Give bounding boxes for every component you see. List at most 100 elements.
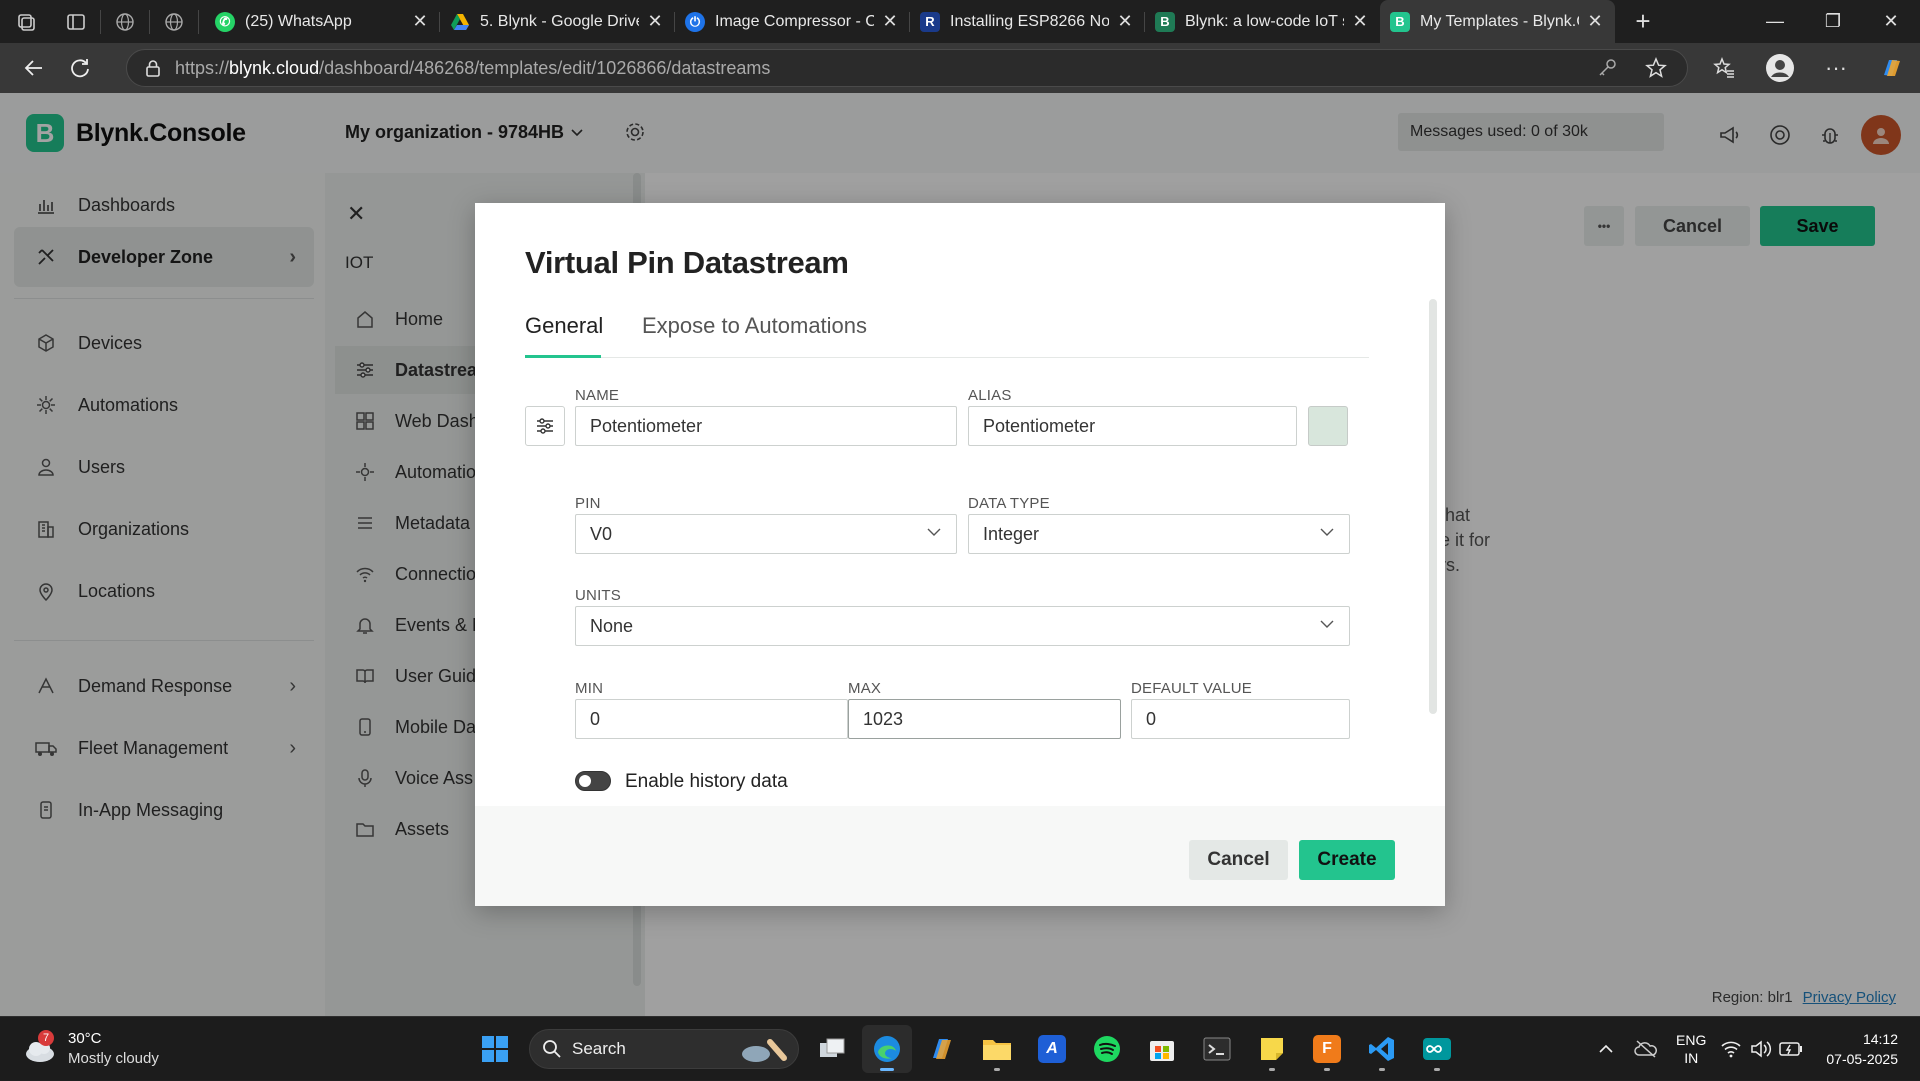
language-indicator[interactable]: ENG IN: [1676, 1031, 1706, 1067]
new-tab-icon[interactable]: +: [1625, 4, 1661, 40]
start-button[interactable]: [470, 1025, 520, 1073]
terminal-icon[interactable]: [1192, 1025, 1242, 1073]
dialog-scrollbar[interactable]: [1429, 299, 1437, 714]
more-options-icon[interactable]: ···: [1808, 55, 1864, 81]
refresh-icon[interactable]: [58, 48, 102, 88]
cloud-icon: 7: [22, 1029, 58, 1064]
close-tab-icon[interactable]: ✕: [645, 11, 665, 32]
history-data-label: Enable history data: [625, 771, 788, 792]
azure-icon[interactable]: A: [1027, 1025, 1077, 1073]
min-label: MIN: [575, 680, 604, 697]
windows-logo-icon: [481, 1035, 509, 1063]
image-compressor-icon: ⏻: [685, 11, 705, 32]
alias-field[interactable]: Potentiometer: [968, 406, 1297, 446]
fusion-app-icon[interactable]: F: [1302, 1025, 1352, 1073]
wifi-icon[interactable]: [1716, 1040, 1746, 1058]
password-key-icon[interactable]: [1597, 58, 1617, 78]
units-select[interactable]: None: [575, 606, 1350, 646]
weather-badge: 7: [38, 1029, 54, 1046]
default-value-label: DEFAULT VALUE: [1131, 680, 1252, 697]
edge-browser-icon[interactable]: [862, 1025, 912, 1073]
pinned-globe-icon-2[interactable]: [156, 4, 192, 40]
browser-tab-strip: ✆ (25) WhatsApp ✕ 5. Blynk - Google Driv…: [0, 0, 1920, 43]
pinned-globe-icon[interactable]: [107, 4, 143, 40]
address-bar: https://blynk.cloud/dashboard/486268/tem…: [0, 43, 1920, 93]
browser-tab[interactable]: ⏻ Image Compressor - Co ✕: [675, 0, 910, 43]
windows-taskbar: 7 30°C Mostly cloudy Search A F ENG IN 1…: [0, 1016, 1920, 1080]
system-clock[interactable]: 14:12 07-05-2025: [1826, 1029, 1898, 1069]
color-swatch[interactable]: [1308, 406, 1348, 446]
browser-tab[interactable]: R Installing ESP8266 Node ✕: [910, 0, 1145, 43]
minimize-icon[interactable]: —: [1746, 11, 1804, 32]
search-highlight-icon: [736, 1036, 792, 1064]
lock-icon[interactable]: [145, 59, 161, 77]
weather-widget[interactable]: 7 30°C Mostly cloudy: [22, 1029, 159, 1067]
volume-icon[interactable]: [1746, 1040, 1776, 1058]
arduino-ide-icon[interactable]: [1412, 1025, 1462, 1073]
copilot-icon[interactable]: [1864, 55, 1920, 81]
restore-icon[interactable]: ❐: [1804, 11, 1862, 32]
url-host: blynk.cloud: [229, 57, 320, 78]
close-tab-icon[interactable]: ✕: [880, 11, 900, 32]
sticky-notes-icon[interactable]: [1247, 1025, 1297, 1073]
file-explorer-icon[interactable]: [972, 1025, 1022, 1073]
back-icon[interactable]: [12, 48, 56, 88]
name-label: NAME: [575, 387, 620, 404]
chevron-down-icon: [1319, 616, 1335, 632]
favorite-star-icon[interactable]: [1645, 57, 1667, 79]
weather-condition: Mostly cloudy: [68, 1050, 159, 1067]
dialog-tabs: General Expose to Automations: [525, 313, 1369, 358]
datastream-icon-picker[interactable]: [525, 406, 565, 446]
close-tab-icon[interactable]: ✕: [1115, 11, 1135, 32]
browser-tab-active[interactable]: B My Templates - Blynk.C ✕: [1380, 0, 1615, 43]
vscode-icon[interactable]: [1357, 1025, 1407, 1073]
url-field[interactable]: https://blynk.cloud/dashboard/486268/tem…: [126, 49, 1688, 87]
min-field[interactable]: 0: [575, 699, 848, 739]
favorites-icon[interactable]: [1696, 57, 1752, 79]
chevron-down-icon: [926, 524, 942, 540]
profile-icon[interactable]: [1752, 53, 1808, 83]
data-type-select[interactable]: Integer: [968, 514, 1350, 554]
chevron-down-icon: [1319, 524, 1335, 540]
dialog-title: Virtual Pin Datastream: [525, 245, 849, 280]
sliders-icon: [535, 416, 555, 436]
default-value-field[interactable]: 0: [1131, 699, 1350, 739]
history-data-toggle[interactable]: [575, 771, 611, 791]
close-tab-icon[interactable]: ✕: [410, 11, 430, 32]
blynk-icon: B: [1390, 11, 1410, 32]
pin-label: PIN: [575, 495, 601, 512]
tab-general[interactable]: General: [525, 313, 603, 358]
name-field[interactable]: Potentiometer: [575, 406, 957, 446]
search-icon: [542, 1039, 562, 1059]
url-prefix: https://: [175, 57, 230, 78]
microsoft-store-icon[interactable]: [1137, 1025, 1187, 1073]
taskbar-search[interactable]: Search: [529, 1029, 799, 1069]
alias-label: ALIAS: [968, 387, 1012, 404]
whatsapp-icon: ✆: [215, 11, 235, 32]
google-drive-icon: [450, 12, 470, 32]
close-tab-icon[interactable]: ✕: [1585, 11, 1605, 32]
spotify-icon[interactable]: [1082, 1025, 1132, 1073]
battery-icon[interactable]: [1776, 1042, 1806, 1056]
copilot-app-icon[interactable]: [917, 1025, 967, 1073]
browser-tab[interactable]: B Blynk: a low-code IoT sc ✕: [1145, 0, 1380, 43]
dialog-create-button[interactable]: Create: [1299, 840, 1395, 880]
data-type-label: DATA TYPE: [968, 495, 1050, 512]
dialog-cancel-button[interactable]: Cancel: [1189, 840, 1288, 880]
tab-actions-icon[interactable]: [58, 4, 94, 40]
workspaces-icon[interactable]: [8, 4, 44, 40]
virtual-pin-datastream-dialog: Virtual Pin Datastream General Expose to…: [475, 203, 1445, 906]
pin-select[interactable]: V0: [575, 514, 957, 554]
task-view-icon[interactable]: [807, 1025, 857, 1073]
blynk-icon: B: [1155, 11, 1175, 32]
close-window-icon[interactable]: ✕: [1862, 11, 1920, 32]
onedrive-offline-icon[interactable]: [1626, 1039, 1666, 1059]
show-hidden-icons-chevron-icon[interactable]: [1586, 1041, 1626, 1057]
browser-tab[interactable]: ✆ (25) WhatsApp ✕: [205, 0, 440, 43]
browser-tab[interactable]: 5. Blynk - Google Drive ✕: [440, 0, 675, 43]
tab-expose-to-automations[interactable]: Expose to Automations: [642, 313, 867, 358]
max-field[interactable]: 1023: [848, 699, 1121, 739]
close-tab-icon[interactable]: ✕: [1350, 11, 1370, 32]
rnt-icon: R: [920, 11, 940, 32]
url-path: /dashboard/486268/templates/edit/1026866…: [319, 57, 771, 78]
